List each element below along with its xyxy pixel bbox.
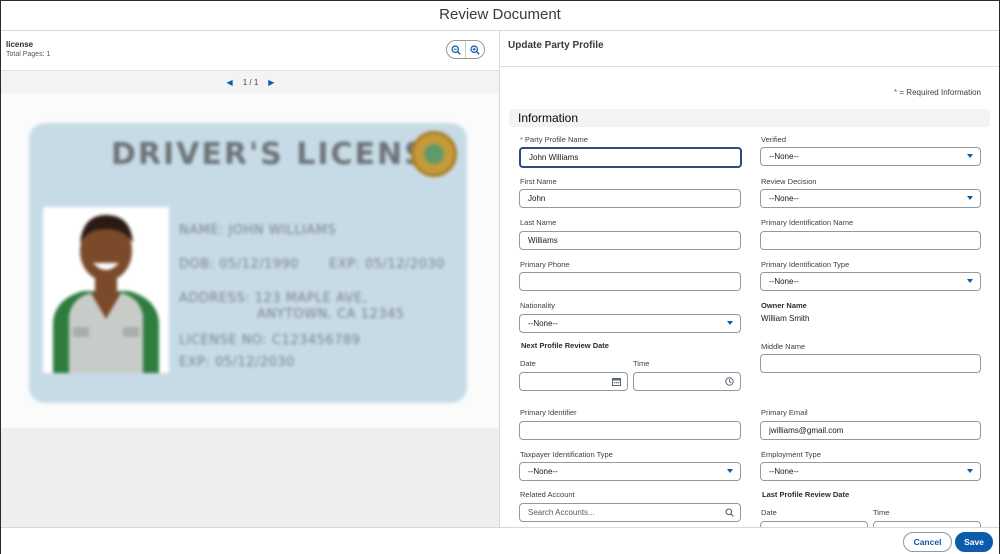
dropdown-caret-icon — [727, 469, 733, 473]
verified-select[interactable]: --None-- — [760, 147, 981, 166]
last-review-date-heading: Last Profile Review Date — [762, 490, 850, 499]
middle-name-label: Middle Name — [761, 342, 806, 351]
document-viewer: license Total Pages: 1 ◀ 1 / 1 ▶ DRIVER'… — [1, 31, 500, 527]
license-dob: DOB: 05/12/1990 — [179, 257, 300, 272]
required-note: * = Required Information — [894, 88, 981, 97]
primary-id-name-label: Primary Identification Name — [761, 218, 854, 227]
last-review-date-label: Date — [761, 508, 777, 517]
dialog-header: Review Document — [1, 1, 999, 31]
last-review-time-label: Time — [873, 508, 890, 517]
primary-id-name-input[interactable] — [760, 231, 981, 250]
next-review-time-label: Time — [633, 359, 650, 368]
taxpayer-id-type-select[interactable]: --None-- — [519, 462, 741, 481]
related-account-label: Related Account — [520, 490, 575, 499]
dropdown-caret-icon — [967, 469, 973, 473]
next-review-time-input[interactable] — [633, 372, 741, 391]
zoom-in-button[interactable] — [465, 41, 484, 58]
document-name: license — [6, 40, 34, 49]
nationality-label: Nationality — [520, 301, 556, 310]
primary-id-type-select[interactable]: --None-- — [760, 272, 981, 291]
page-navigator: ◀ 1 / 1 ▶ — [1, 71, 499, 93]
calendar-icon[interactable] — [612, 377, 621, 388]
primary-email-label: Primary Email — [761, 408, 808, 417]
page-indicator: 1 / 1 — [242, 77, 259, 87]
cancel-button[interactable]: Cancel — [903, 532, 952, 552]
required-asterisk: * — [894, 88, 898, 97]
primary-identifier-input[interactable] — [519, 421, 741, 440]
review-decision-label: Review Decision — [761, 177, 817, 186]
license-image: DRIVER'S LICENSE NAME: JOHN WILLIAMS DOB… — [29, 123, 467, 403]
dropdown-caret-icon — [967, 196, 973, 200]
employment-type-select[interactable]: --None-- — [760, 462, 981, 481]
next-review-date-input[interactable] — [519, 372, 628, 391]
license-exp: EXP: 05/12/2030 — [179, 355, 295, 370]
section-information[interactable]: Information — [509, 109, 990, 127]
owner-name-value: William Smith — [761, 314, 810, 323]
total-pages: Total Pages: 1 — [6, 51, 51, 58]
zoom-out-button[interactable] — [447, 41, 465, 58]
party-profile-name-input[interactable]: John Williams — [519, 147, 742, 168]
form-header: Update Party Profile — [500, 31, 999, 67]
license-photo — [43, 207, 169, 373]
dialog-title: Review Document — [439, 6, 561, 23]
form-title: Update Party Profile — [508, 40, 604, 51]
last-name-label: Last Name — [520, 218, 557, 227]
dialog-footer: Cancel Save — [1, 527, 999, 554]
save-button[interactable]: Save — [955, 532, 993, 552]
party-profile-name-label: * Party Profile Name — [520, 135, 588, 144]
first-name-label: First Name — [520, 177, 557, 186]
next-review-date-label: Date — [520, 359, 536, 368]
next-review-date-heading: Next Profile Review Date — [521, 341, 609, 350]
review-decision-select[interactable]: --None-- — [760, 189, 981, 208]
primary-identifier-label: Primary Identifier — [520, 408, 577, 417]
dropdown-caret-icon — [967, 279, 973, 283]
related-account-search[interactable]: Search Accounts... — [519, 503, 741, 522]
viewer-header: license Total Pages: 1 — [1, 31, 499, 71]
dropdown-caret-icon — [967, 154, 973, 158]
last-name-input[interactable]: Williams — [519, 231, 741, 250]
first-name-input[interactable]: John — [519, 189, 741, 208]
license-address-1: ADDRESS: 123 MAPLE AVE, — [179, 291, 368, 306]
employment-type-label: Employment Type — [761, 450, 821, 459]
license-number: LICENSE NO: C123456789 — [179, 333, 361, 348]
section-title: Information — [518, 111, 579, 125]
license-exp-top: EXP: 05/12/2030 — [329, 257, 445, 272]
owner-name-label: Owner Name — [761, 301, 807, 310]
primary-phone-input[interactable] — [519, 272, 741, 291]
nationality-select[interactable]: --None-- — [519, 314, 741, 333]
zoom-out-icon — [451, 44, 461, 55]
middle-name-input[interactable] — [760, 354, 981, 373]
zoom-controls — [446, 40, 485, 59]
person-portrait-icon — [43, 207, 169, 373]
dialog-frame: Review Document license Total Pages: 1 ◀… — [0, 0, 1000, 554]
primary-phone-label: Primary Phone — [520, 260, 570, 269]
state-seal-icon — [411, 131, 457, 177]
primary-id-type-label: Primary Identification Type — [761, 260, 850, 269]
verified-label: Verified — [761, 135, 787, 144]
license-address-2: ANYTOWN, CA 12345 — [257, 307, 405, 322]
chevron-left-icon[interactable]: ◀ — [227, 78, 233, 87]
zoom-in-icon — [470, 44, 480, 55]
clock-icon[interactable] — [725, 377, 734, 388]
search-icon — [725, 508, 734, 519]
taxpayer-id-type-label: Taxpayer Identification Type — [520, 450, 613, 459]
license-title: DRIVER'S LICENSE — [111, 137, 451, 172]
chevron-right-icon[interactable]: ▶ — [268, 78, 274, 87]
dropdown-caret-icon — [727, 321, 733, 325]
party-profile-form: Update Party Profile * = Required Inform… — [500, 31, 999, 527]
primary-email-input[interactable]: jwilliams@gmail.com — [760, 421, 981, 440]
license-name: NAME: JOHN WILLIAMS — [179, 223, 337, 238]
